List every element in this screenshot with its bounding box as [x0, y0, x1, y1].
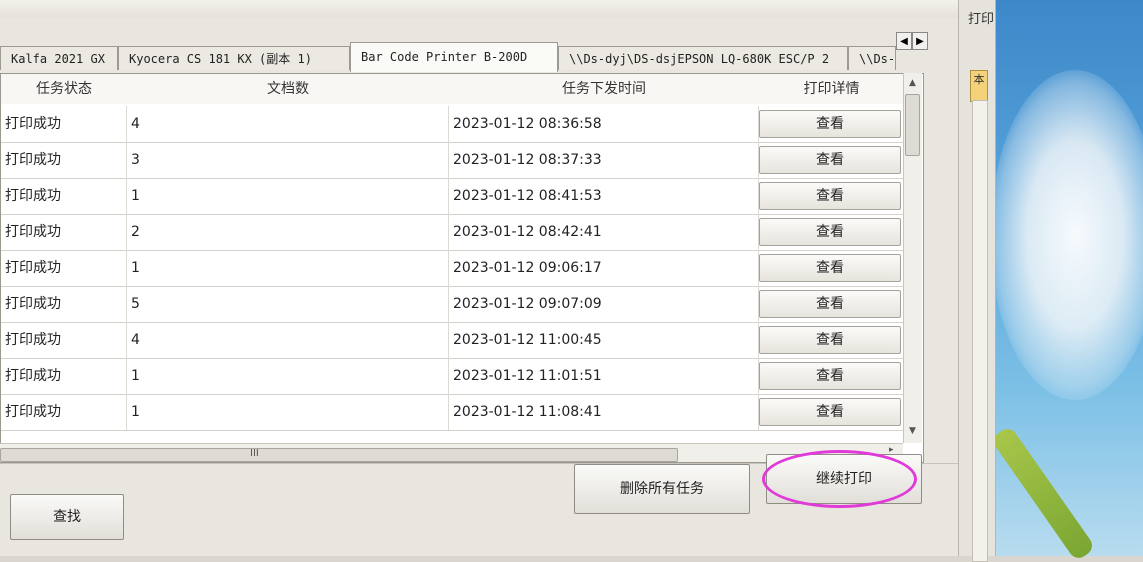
table-row: 打印成功 3 2023-01-12 08:37:33 查看 [1, 142, 906, 179]
search-button[interactable]: 查找 [10, 494, 124, 540]
doc-count-cell: 4 [127, 322, 449, 358]
header-status: 任务状态 [1, 74, 128, 104]
table-row: 打印成功 5 2023-01-12 09:07:09 查看 [1, 286, 906, 323]
doc-count-cell: 1 [127, 358, 449, 394]
side-panel-scrollbar[interactable] [972, 100, 988, 562]
time-cell: 2023-01-12 08:41:53 [449, 178, 759, 214]
status-cell: 打印成功 [1, 214, 127, 250]
printer-tabs: Kalfa 2021 GX Kyocera CS 181 KX (副本 1) B… [0, 42, 930, 72]
time-cell: 2023-01-12 11:08:41 [449, 394, 759, 430]
tab-scroll-right-button[interactable]: ▶ [912, 32, 928, 50]
view-button[interactable]: 查看 [759, 326, 901, 354]
table-row: 打印成功 1 2023-01-12 08:41:53 查看 [1, 178, 906, 215]
header-details: 打印详情 [759, 74, 905, 104]
tab-kyocera[interactable]: Kyocera CS 181 KX (副本 1) [118, 46, 350, 70]
delete-all-tasks-button[interactable]: 删除所有任务 [574, 464, 750, 514]
horizontal-scroll-thumb[interactable] [0, 448, 678, 462]
view-button[interactable]: 查看 [759, 290, 901, 318]
doc-count-cell: 2 [127, 214, 449, 250]
table-row: 打印成功 1 2023-01-12 09:06:17 查看 [1, 250, 906, 287]
time-cell: 2023-01-12 08:42:41 [449, 214, 759, 250]
tab-barcode-printer[interactable]: Bar Code Printer B-200D [350, 42, 558, 72]
time-cell: 2023-01-12 08:37:33 [449, 142, 759, 178]
header-time: 任务下发时间 [449, 74, 760, 104]
time-cell: 2023-01-12 11:01:51 [449, 358, 759, 394]
time-cell: 2023-01-12 08:36:58 [449, 106, 759, 142]
doc-count-cell: 1 [127, 250, 449, 286]
status-cell: 打印成功 [1, 178, 127, 214]
scroll-grip-icon: III [250, 448, 259, 459]
status-cell: 打印成功 [1, 142, 127, 178]
view-button[interactable]: 查看 [759, 146, 901, 174]
tab-ds[interactable]: \\Ds- [848, 46, 896, 70]
doc-count-cell: 4 [127, 106, 449, 142]
side-panel-title: 打印 [968, 12, 995, 27]
status-cell: 打印成功 [1, 106, 127, 142]
view-button[interactable]: 查看 [759, 110, 901, 138]
status-cell: 打印成功 [1, 358, 127, 394]
tab-kalfa[interactable]: Kalfa 2021 GX [0, 46, 118, 70]
tab-scroll-left-button[interactable]: ◀ [896, 32, 912, 50]
task-table: 任务状态 文档数 任务下发时间 打印详情 打印成功 4 2023-01-12 0… [0, 73, 924, 463]
table-row: 打印成功 4 2023-01-12 08:36:58 查看 [1, 106, 906, 143]
view-button[interactable]: 查看 [759, 254, 901, 282]
doc-count-cell: 1 [127, 394, 449, 430]
tab-epson[interactable]: \\Ds-dyj\DS-dsjEPSON LQ-680K ESC/P 2 [558, 46, 848, 70]
highlight-circle [762, 450, 917, 508]
time-cell: 2023-01-12 09:07:09 [449, 286, 759, 322]
table-row: 打印成功 1 2023-01-12 11:01:51 查看 [1, 358, 906, 395]
status-cell: 打印成功 [1, 250, 127, 286]
table-row: 打印成功 4 2023-01-12 11:00:45 查看 [1, 322, 906, 359]
view-button[interactable]: 查看 [759, 182, 901, 210]
side-panel-tab[interactable]: 本 [970, 70, 988, 102]
doc-count-cell: 3 [127, 142, 449, 178]
doc-count-cell: 1 [127, 178, 449, 214]
status-cell: 打印成功 [1, 394, 127, 430]
chevron-right-icon: ▶ [916, 36, 924, 47]
table-row: 打印成功 2 2023-01-12 08:42:41 查看 [1, 214, 906, 251]
view-button[interactable]: 查看 [759, 398, 901, 426]
table-row: 打印成功 1 2023-01-12 11:08:41 查看 [1, 394, 906, 431]
scroll-up-icon[interactable]: ▲ [909, 78, 916, 88]
view-button[interactable]: 查看 [759, 362, 901, 390]
scroll-down-icon[interactable]: ▼ [909, 426, 916, 436]
status-cell: 打印成功 [1, 286, 127, 322]
status-cell: 打印成功 [1, 322, 127, 358]
time-cell: 2023-01-12 11:00:45 [449, 322, 759, 358]
time-cell: 2023-01-12 09:06:17 [449, 250, 759, 286]
chevron-left-icon: ◀ [900, 36, 908, 47]
view-button[interactable]: 查看 [759, 218, 901, 246]
vertical-scroll-thumb[interactable] [905, 94, 920, 156]
doc-count-cell: 5 [127, 286, 449, 322]
header-doc-count: 文档数 [127, 74, 450, 104]
